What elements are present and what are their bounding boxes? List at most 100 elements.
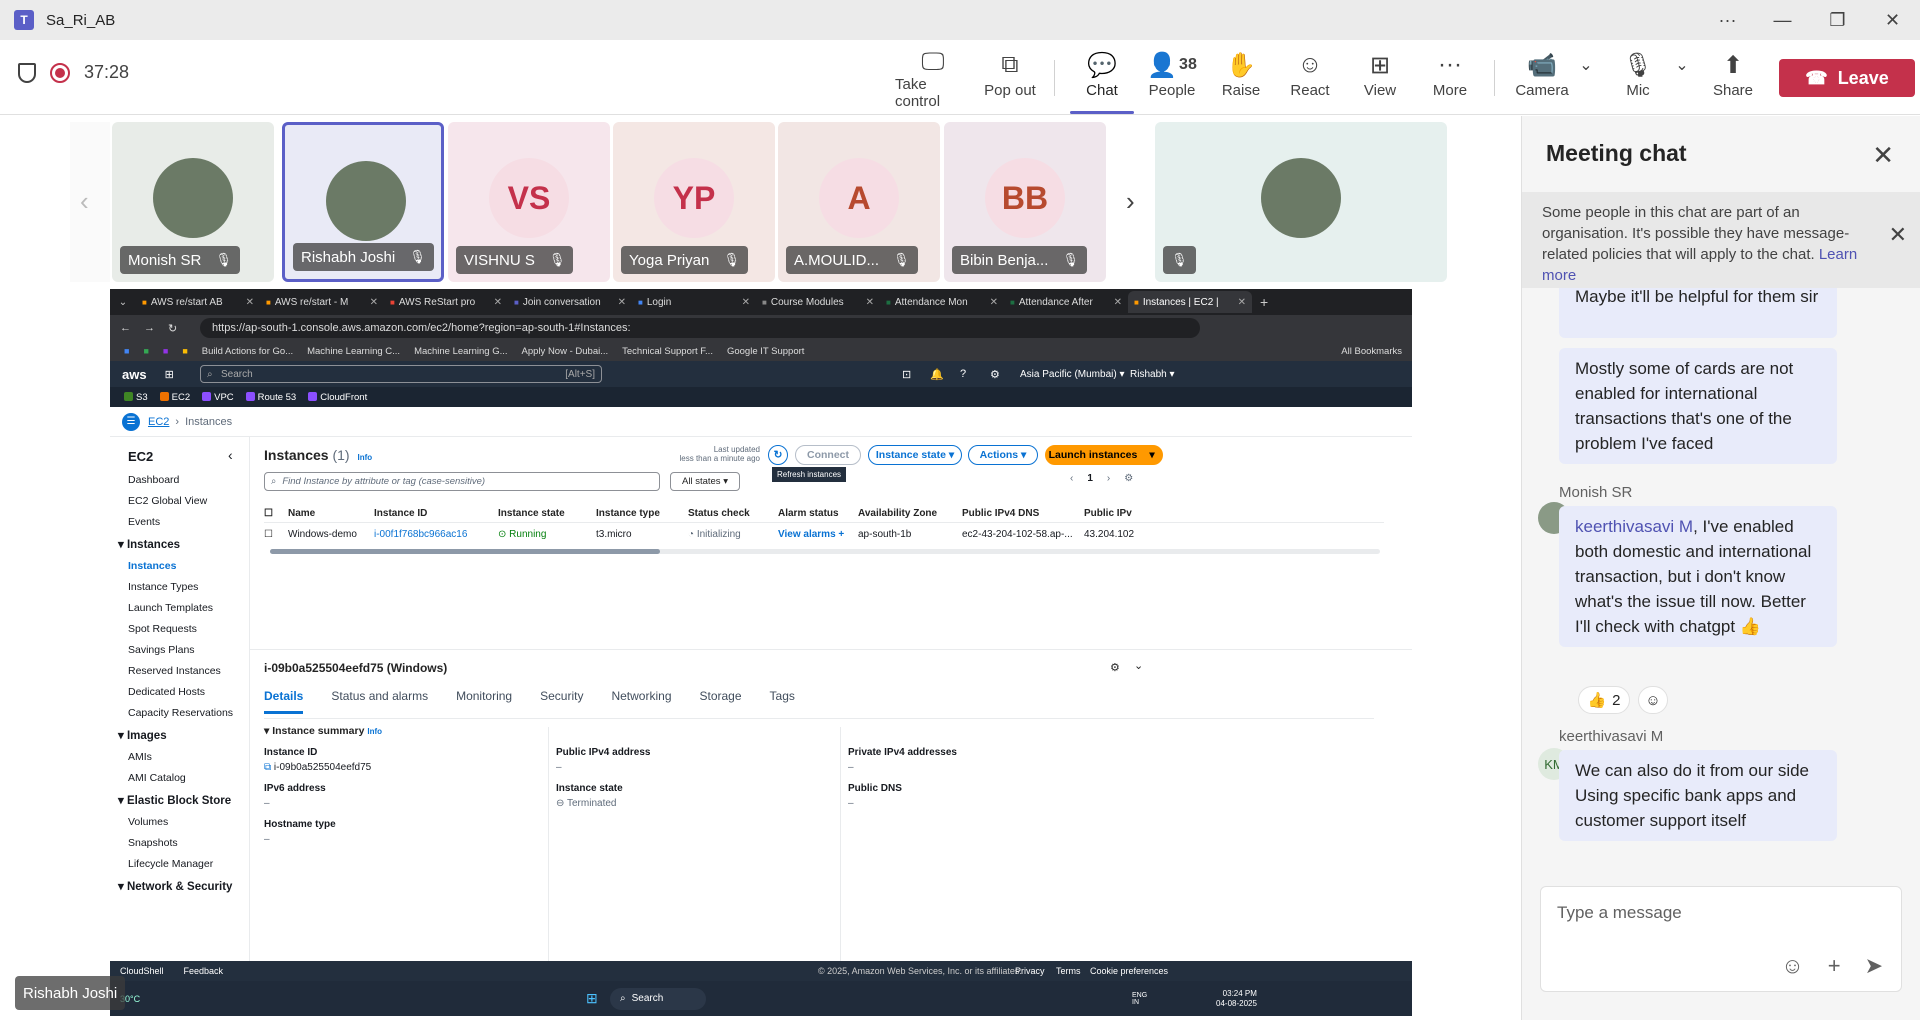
browser-tab[interactable]: ■ AWS ReStart pro ✕ <box>384 291 508 313</box>
column-header[interactable]: Public IPv <box>1084 508 1134 519</box>
close-window-icon[interactable]: ✕ <box>1865 0 1920 40</box>
bookmark-item[interactable]: Build Actions for Go... <box>202 346 293 357</box>
browser-tab[interactable]: ■ Course Modules ✕ <box>756 291 880 313</box>
column-header[interactable]: Alarm status <box>778 508 858 519</box>
emoji-icon[interactable]: ☺ <box>1781 953 1803 979</box>
browser-tab[interactable]: ■ Attendance After ✕ <box>1004 291 1128 313</box>
browser-tab[interactable]: ■ Login ✕ <box>632 291 756 313</box>
view-button[interactable]: ⊞ View <box>1342 48 1418 108</box>
breadcrumb-ec2[interactable]: EC2 <box>148 416 169 428</box>
pop-out-button[interactable]: ⧉ Pop out <box>972 48 1048 108</box>
horizontal-scrollbar[interactable] <box>270 549 660 554</box>
browser-tab[interactable]: ■ AWS re/start - M ✕ <box>260 291 384 313</box>
tab-close-icon[interactable]: ✕ <box>1114 297 1122 308</box>
row-checkbox[interactable]: ☐ <box>264 529 288 540</box>
tab-close-icon[interactable]: ✕ <box>246 297 254 308</box>
browser-tab[interactable]: ■ AWS re/start AB ✕ <box>136 291 260 313</box>
browser-tab[interactable]: ■ Attendance Mon ✕ <box>880 291 1004 313</box>
participant-tile[interactable]: YP Yoga Priyan 🎙 <box>613 122 775 282</box>
leave-button[interactable]: ☎ Leave <box>1779 59 1915 97</box>
raise-hand-button[interactable]: ✋ Raise <box>1203 48 1279 108</box>
column-header[interactable]: Availability Zone <box>858 508 962 519</box>
detail-tab[interactable]: Details <box>264 689 304 714</box>
chat-button[interactable]: 💬 Chat <box>1064 48 1140 114</box>
feedback-link[interactable]: Feedback <box>184 966 224 976</box>
column-header[interactable]: Instance type <box>596 508 688 519</box>
mention[interactable]: keerthivasavi M <box>1575 517 1693 536</box>
back-icon[interactable]: ← <box>120 322 131 334</box>
prev-page-icon[interactable]: ‹ <box>1070 473 1073 484</box>
tab-close-icon[interactable]: ✕ <box>618 297 626 308</box>
cell-id[interactable]: i-00f1f768bc966ac16 <box>374 529 498 540</box>
sidebar-item[interactable]: Reserved Instances <box>128 665 249 677</box>
sidebar-item[interactable]: AMI Catalog <box>128 772 249 784</box>
tab-close-icon[interactable]: ✕ <box>494 297 502 308</box>
aws-search[interactable]: ⌕ Search [Alt+S] <box>200 365 602 383</box>
detail-tab[interactable]: Security <box>540 689 583 714</box>
sidebar-item[interactable]: Capacity Reservations <box>128 707 249 719</box>
bookmark-item[interactable]: All Bookmarks <box>1341 346 1402 357</box>
chat-message[interactable]: We can also do it from our side Using sp… <box>1559 750 1837 841</box>
select-all-checkbox[interactable]: ☐ <box>264 508 288 519</box>
bookmark-item[interactable]: Google IT Support <box>727 346 804 357</box>
bookmark-item[interactable]: Technical Support F... <box>622 346 713 357</box>
detail-tab[interactable]: Tags <box>770 689 795 714</box>
bookmark-icon[interactable]: ■ <box>124 346 129 356</box>
sidebar-item[interactable]: Dedicated Hosts <box>128 686 249 698</box>
participant-tile[interactable]: Rishabh Joshi 🎙 <box>282 122 444 282</box>
sidebar-item[interactable]: EC2 Global View <box>128 495 249 507</box>
message-composer[interactable]: Type a message ☺ + ➤ <box>1540 886 1902 992</box>
maximize-icon[interactable]: ❐ <box>1810 0 1865 40</box>
people-button[interactable]: 👤 38 People <box>1134 48 1210 108</box>
message-input[interactable]: Type a message <box>1557 903 1682 923</box>
sidebar-item[interactable]: Spot Requests <box>128 623 249 635</box>
service-shortcut[interactable]: S3 <box>124 392 148 403</box>
tab-close-icon[interactable]: ✕ <box>1238 297 1246 308</box>
add-icon[interactable]: + <box>1828 953 1841 979</box>
sidebar-item[interactable]: Savings Plans <box>128 644 249 656</box>
actions-button[interactable]: Actions ▾ <box>968 445 1038 465</box>
send-icon[interactable]: ➤ <box>1865 953 1883 979</box>
bookmark-icon[interactable]: ■ <box>182 346 187 356</box>
participant-tile[interactable]: VS VISHNU S 🎙 <box>448 122 610 282</box>
help-icon[interactable]: ? <box>960 368 966 380</box>
forward-icon[interactable]: → <box>144 322 155 334</box>
next-participants-icon[interactable]: › <box>1126 186 1135 217</box>
instance-filter-input[interactable]: ⌕ Find Instance by attribute or tag (case… <box>264 472 660 491</box>
services-grid-icon[interactable]: ⊞ <box>165 368 174 381</box>
windows-start-icon[interactable]: ⊞ <box>586 990 598 1007</box>
cookie-link[interactable]: Cookie preferences <box>1090 966 1168 976</box>
chat-message[interactable]: keerthivasavi M, I've enabled both domes… <box>1559 506 1837 647</box>
column-header[interactable]: Name <box>288 508 374 519</box>
chat-message[interactable]: Mostly some of cards are not enabled for… <box>1559 348 1837 464</box>
region-selector[interactable]: Asia Pacific (Mumbai) ▾ <box>1020 369 1125 380</box>
participant-tile[interactable]: A A.MOULID... 🎙 <box>778 122 940 282</box>
share-button[interactable]: ⬆ Share <box>1695 48 1771 108</box>
tab-close-icon[interactable]: ✕ <box>990 297 998 308</box>
reload-icon[interactable]: ↻ <box>168 322 177 335</box>
column-header[interactable]: Instance ID <box>374 508 498 519</box>
service-shortcut[interactable]: EC2 <box>159 392 190 403</box>
tab-close-icon[interactable]: ✕ <box>370 297 378 308</box>
chat-message[interactable]: Maybe it'll be helpful for them sir <box>1559 288 1837 338</box>
take-control-button[interactable]: 🖵 Take control <box>895 48 971 110</box>
sidebar-item[interactable]: Snapshots <box>128 837 249 849</box>
sidebar-item[interactable]: Launch Templates <box>128 602 249 614</box>
sidebar-item[interactable]: Volumes <box>128 816 249 828</box>
browser-tab[interactable]: ■ Join conversation ✕ <box>508 291 632 313</box>
taskbar-search[interactable]: ⌕ Search <box>610 987 706 1010</box>
detail-tab[interactable]: Networking <box>611 689 671 714</box>
participant-tile[interactable]: 🎙 <box>1155 122 1447 282</box>
bell-icon[interactable]: 🔔 <box>930 368 944 381</box>
copy-icon[interactable]: ⧉ <box>264 762 271 773</box>
collapse-sidebar-icon[interactable]: ‹ <box>228 447 233 463</box>
column-header[interactable]: Status check <box>688 508 778 519</box>
cloudshell-link[interactable]: CloudShell <box>120 966 164 976</box>
state-filter-select[interactable]: All states ▾ <box>670 472 740 491</box>
service-shortcut[interactable]: Route 53 <box>245 392 296 403</box>
detail-tab[interactable]: Monitoring <box>456 689 512 714</box>
minimize-icon[interactable]: — <box>1755 0 1810 40</box>
dismiss-notice-icon[interactable]: ✕ <box>1889 224 1907 246</box>
settings-icon[interactable]: ⚙ <box>990 368 1000 381</box>
bookmark-item[interactable]: Machine Learning C... <box>307 346 400 357</box>
